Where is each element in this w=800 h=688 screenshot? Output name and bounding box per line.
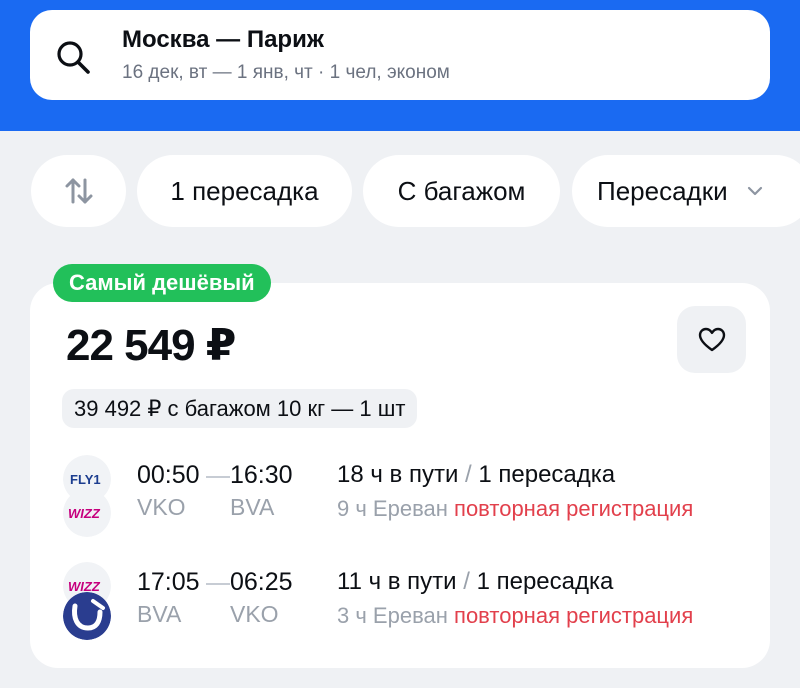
sort-button[interactable]	[31, 155, 126, 227]
leg2-arrival-time: 06:25	[230, 568, 293, 596]
leg1-dash	[206, 476, 230, 478]
leg2-stop-city: 3 ч Ереван	[337, 603, 448, 628]
route-title: Москва — Париж	[122, 26, 324, 53]
leg1-transfers: 1 пересадка	[478, 461, 616, 488]
wizz-logo-text: WIZZ	[68, 506, 101, 521]
leg2-stop-warning: повторная регистрация	[454, 603, 694, 628]
leg1-arrival-airport: BVA	[230, 494, 275, 520]
baggage-price-label: 39 492 ₽ с багажом 10 кг — 1 шт	[74, 395, 406, 421]
filter-one-transfer[interactable]: 1 пересадка	[137, 155, 352, 227]
leg1-duration-text: 18 ч в пути	[337, 461, 459, 488]
leg1-duration: 18 ч в пути / 1 пересадка	[337, 461, 615, 489]
utair-logo	[63, 592, 111, 640]
leg2-transfers: 1 пересадка	[476, 568, 614, 595]
filter-stops-dropdown[interactable]: Пересадки	[572, 155, 800, 227]
wizz-air-logo: WIZZ	[63, 489, 111, 537]
offer-price: 22 549 ₽	[66, 321, 236, 370]
leg2-departure-airport: BVA	[137, 601, 182, 627]
flyone-logo-text: FLY1	[70, 472, 101, 487]
leg2-arrival-airport: VKO	[230, 601, 279, 627]
leg1-stop-warning: повторная регистрация	[454, 496, 694, 521]
leg2-duration-text: 11 ч в пути	[337, 568, 457, 595]
favorite-button[interactable]	[677, 306, 746, 373]
leg1-separator: /	[465, 461, 472, 488]
filter-baggage[interactable]: С багажом	[363, 155, 560, 227]
leg2-duration: 11 ч в пути / 1 пересадка	[337, 568, 613, 596]
cheapest-badge: Самый дешёвый	[53, 264, 271, 302]
leg2-dash	[206, 583, 230, 585]
baggage-price-pill[interactable]: 39 492 ₽ с багажом 10 кг — 1 шт	[62, 389, 418, 428]
filter-baggage-label: С багажом	[397, 175, 526, 206]
cheapest-badge-label: Самый дешёвый	[69, 270, 255, 295]
leg1-stop-info: 9 ч Ереван повторная регистрация	[337, 496, 747, 522]
chevron-down-icon	[747, 186, 762, 196]
leg1-departure-airport: VKO	[137, 494, 186, 520]
search-icon[interactable]	[52, 36, 96, 80]
leg2-stop-info: 3 ч Ереван повторная регистрация	[337, 603, 747, 629]
filter-stops-label: Пересадки	[597, 175, 728, 206]
sort-arrows-icon	[65, 178, 92, 204]
route-subtitle: 16 дек, вт — 1 янв, чт · 1 чел, эконом	[122, 62, 450, 83]
leg1-departure-time: 00:50	[137, 461, 200, 489]
leg1-arrival-time: 16:30	[230, 461, 293, 489]
leg2-departure-time: 17:05	[137, 568, 200, 596]
search-summary[interactable]: Москва — Париж 16 дек, вт — 1 янв, чт · …	[30, 10, 770, 100]
heart-icon	[698, 327, 725, 351]
leg2-separator: /	[463, 568, 470, 595]
leg1-stop-city: 9 ч Ереван	[337, 496, 448, 521]
filter-one-transfer-label: 1 пересадка	[170, 175, 319, 206]
